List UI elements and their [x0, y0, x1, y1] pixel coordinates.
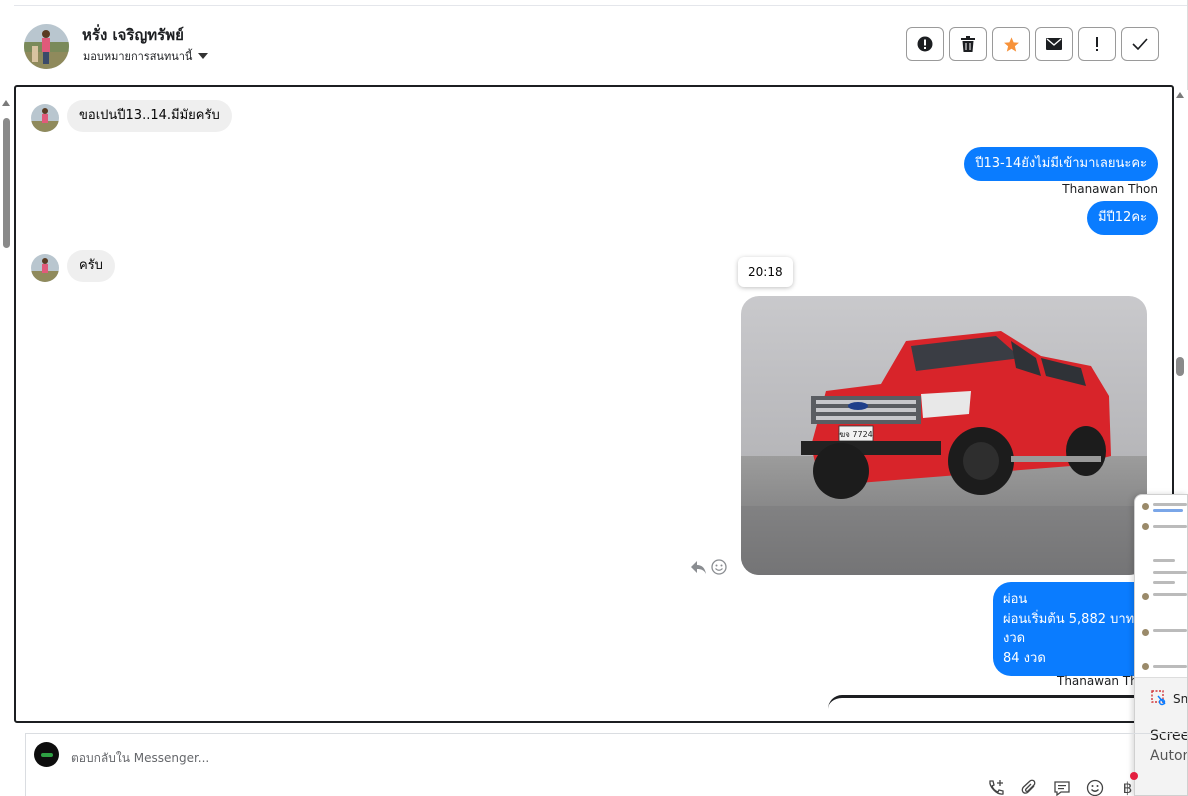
- phone-plus-icon: [988, 779, 1004, 795]
- message-line: ผ่อนเริ่มต้น 5,882 บาท: [1003, 611, 1135, 627]
- star-button[interactable]: [992, 27, 1030, 61]
- exclamation-icon: [1096, 37, 1098, 51]
- notification-dot: [1130, 772, 1138, 780]
- page-avatar: [34, 742, 59, 767]
- sender-avatar[interactable]: [31, 104, 59, 132]
- follow-up-button[interactable]: [1078, 27, 1116, 61]
- next-message-preview: [828, 695, 1158, 721]
- attach-button[interactable]: [1019, 778, 1038, 796]
- snip-title: Snip: [1173, 692, 1188, 706]
- message-line: 84 งวด: [1003, 650, 1046, 666]
- envelope-icon: [1046, 38, 1062, 50]
- thread-scroll-up-icon[interactable]: [1176, 92, 1184, 98]
- message-thread: ขอเปนปี13..14.มีมัยครับ ปี13-14ยังไม่มีเ…: [14, 85, 1174, 723]
- conversation-header: หรั่ง เจริญทรัพย์ มอบหมายการสนทนานี้: [14, 6, 1188, 84]
- payment-button[interactable]: ฿: [1118, 778, 1137, 796]
- alert-circle-icon: [917, 36, 933, 52]
- incoming-message[interactable]: ขอเปนปี13..14.มีมัยครับ: [67, 100, 232, 132]
- mini-text: [1153, 629, 1187, 632]
- outgoing-message[interactable]: มีปี12คะ: [1086, 201, 1158, 235]
- mini-avatar: [1142, 523, 1149, 530]
- caret-down-icon: [198, 53, 209, 59]
- messenger-inbox: หรั่ง เจริญทรัพย์ มอบหมายการสนทนานี้ ขอเ…: [0, 0, 1188, 796]
- composer-tools: ฿: [986, 778, 1137, 796]
- paperclip-icon: [1021, 779, 1035, 794]
- star-icon: [1003, 36, 1019, 52]
- emoji-icon: [1086, 779, 1103, 796]
- scrollbar-thumb[interactable]: [3, 118, 10, 248]
- outgoing-message[interactable]: ปี13-14ยังไม่มีเข้ามาเลยนะคะ: [964, 147, 1158, 181]
- photo-attachment[interactable]: ฆจ 7724: [741, 296, 1147, 575]
- reply-icon[interactable]: [690, 560, 707, 575]
- mark-spam-button[interactable]: [906, 27, 944, 61]
- mini-text: [1153, 571, 1187, 574]
- chat-bubble-icon: [1053, 780, 1070, 796]
- contact-avatar[interactable]: [24, 24, 69, 69]
- check-icon: [1132, 38, 1148, 50]
- assign-conversation-dropdown[interactable]: มอบหมายการสนทนานี้: [83, 47, 209, 65]
- mini-text: [1153, 559, 1175, 562]
- timestamp-tooltip: 20:18: [738, 257, 793, 287]
- mini-text: [1153, 593, 1187, 596]
- message-actions: [690, 559, 727, 575]
- thread-scrollbar-thumb[interactable]: [1176, 357, 1184, 376]
- sender-avatar[interactable]: [31, 254, 59, 282]
- emoji-icon[interactable]: [711, 559, 727, 575]
- mini-avatar: [1142, 593, 1149, 600]
- saved-replies-button[interactable]: [1052, 778, 1071, 796]
- assign-label: มอบหมายการสนทนานี้: [83, 50, 193, 63]
- mark-done-button[interactable]: [1121, 27, 1159, 61]
- reply-input[interactable]: ตอบกลับใน Messenger...: [71, 749, 209, 768]
- trash-icon: [961, 36, 975, 52]
- mini-avatar: [1142, 503, 1149, 510]
- scroll-up-arrow-icon[interactable]: [2, 100, 10, 106]
- delete-button[interactable]: [949, 27, 987, 61]
- contact-name[interactable]: หรั่ง เจริญทรัพย์: [82, 23, 184, 47]
- sender-name: Thanawan Thon: [1062, 182, 1158, 196]
- page-scrollbar[interactable]: [2, 100, 11, 248]
- snipping-tool-icon: [1151, 690, 1166, 706]
- header-actions: [906, 27, 1159, 61]
- message-line: ผ่อน: [1003, 592, 1028, 607]
- call-add-button[interactable]: [986, 778, 1005, 796]
- reply-composer: ตอบกลับใน Messenger... ฿: [25, 733, 1188, 796]
- mini-avatar: [1142, 629, 1149, 636]
- mini-text: [1153, 581, 1175, 584]
- mini-text: [1153, 503, 1187, 506]
- incoming-message[interactable]: ครับ: [67, 250, 115, 282]
- license-plate-text: ฆจ 7724: [839, 430, 873, 439]
- mini-text: [1153, 525, 1187, 528]
- message-line: งวด: [1003, 631, 1026, 646]
- mark-unread-button[interactable]: [1035, 27, 1073, 61]
- mini-text: [1153, 665, 1187, 668]
- emoji-button[interactable]: [1085, 778, 1104, 796]
- mini-avatar: [1142, 663, 1149, 670]
- mini-text: [1153, 509, 1183, 512]
